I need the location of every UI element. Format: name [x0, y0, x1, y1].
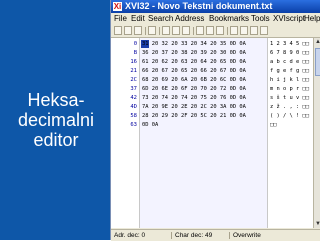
menu-search[interactable]: Search	[148, 13, 173, 25]
caption-line: decimalni	[17, 110, 95, 130]
script-icon[interactable]	[250, 26, 258, 35]
cut-icon[interactable]	[162, 26, 170, 35]
toolbar-separator	[227, 27, 228, 35]
window-title: XVI32 - Novo Tekstni dokument.txt	[125, 1, 273, 11]
row-offset: 4D	[130, 104, 137, 110]
status-separator	[229, 232, 230, 239]
row-text[interactable]: m n o p r □□	[270, 85, 309, 93]
menu-address[interactable]: Address	[175, 13, 204, 25]
menu-file[interactable]: File	[114, 13, 127, 25]
title-bar[interactable]: Xi XVI32 - Novo Tekstni dokument.txt	[111, 0, 320, 13]
row-text[interactable]: 1 2 3 4 5 □□	[270, 40, 309, 48]
row-hex[interactable]: 73 20 74 20 74 20 75 20 76 0D 0A	[142, 94, 246, 102]
row-hex[interactable]: 36 20 37 20 38 20 39 20 30 0D 0A	[142, 49, 246, 57]
caption-line: editor	[33, 130, 79, 150]
new-file-icon[interactable]	[114, 26, 122, 35]
row-offset: 58	[130, 113, 137, 119]
toolbar-separator	[145, 27, 146, 35]
menu-xviscript[interactable]: XVIscript	[273, 13, 305, 25]
status-char: Char dec: 49	[175, 232, 213, 239]
row-offset: 42	[130, 95, 137, 101]
caption-line: Heksa-	[27, 90, 85, 110]
row-offset: 16	[130, 59, 137, 65]
save-icon[interactable]	[134, 26, 142, 35]
toolbar-separator	[193, 27, 194, 35]
scroll-up-arrow-icon[interactable]: ▲	[314, 38, 320, 46]
xvi32-window: Xi XVI32 - Novo Tekstni dokument.txt Fil…	[110, 0, 320, 241]
status-address: Adr. dec: 0	[114, 232, 146, 239]
status-bar: Adr. dec: 0 Char dec: 49 Overwrite	[111, 229, 320, 241]
menu-tools[interactable]: Tools	[251, 13, 270, 25]
vertical-scrollbar[interactable]: ▲ ▼	[313, 38, 320, 228]
toolbar-separator	[159, 27, 160, 35]
row-text[interactable]: 6 7 8 9 0 □□	[270, 49, 309, 57]
scroll-down-arrow-icon[interactable]: ▼	[314, 220, 320, 228]
print-icon[interactable]	[148, 26, 156, 35]
menu-bookmarks[interactable]: Bookmarks	[209, 13, 249, 25]
row-text[interactable]: f g e f g □□	[270, 67, 309, 75]
copy-icon[interactable]	[172, 26, 180, 35]
row-offset: 0	[133, 41, 137, 47]
help-icon[interactable]	[260, 26, 268, 35]
row-text[interactable]: s š t u v □□	[270, 94, 309, 102]
scroll-thumb[interactable]	[315, 48, 320, 76]
row-hex[interactable]: 61 20 62 20 63 20 64 20 65 0D 0A	[142, 58, 246, 66]
find-icon[interactable]	[206, 26, 214, 35]
row-hex[interactable]: 7A 20 9E 20 2E 20 2C 20 3A 0D 0A	[142, 103, 246, 111]
paste-icon[interactable]	[182, 26, 190, 35]
row-offset: 21	[130, 68, 137, 74]
status-mode: Overwrite	[233, 232, 261, 239]
row-text[interactable]: □□	[270, 121, 277, 129]
bookmark-icon[interactable]	[230, 26, 238, 35]
open-folder-icon[interactable]	[124, 26, 132, 35]
row-hex[interactable]: 31 20 32 20 33 20 34 20 35 0D 0A	[142, 40, 246, 48]
hex-editor[interactable]: 0 31 20 32 20 33 20 34 20 35 0D 0A 1 2 3…	[111, 38, 320, 228]
menu-bar: File Edit Search Address Bookmarks Tools…	[111, 13, 320, 25]
toolbar	[111, 25, 320, 38]
slide-caption: Heksa- decimalni editor	[6, 90, 106, 150]
row-offset: 2C	[130, 77, 137, 83]
row-hex[interactable]: 66 20 67 20 65 20 66 20 67 0D 0A	[142, 67, 246, 75]
row-text[interactable]: h i j k l □□	[270, 76, 309, 84]
row-text[interactable]: z ž . , : □□	[270, 103, 309, 111]
row-hex[interactable]: 68 20 69 20 6A 20 6B 20 6C 0D 0A	[142, 76, 246, 84]
row-offset: 63	[130, 122, 137, 128]
menu-help[interactable]: Help	[304, 13, 320, 25]
app-icon: Xi	[113, 2, 122, 11]
menu-edit[interactable]: Edit	[131, 13, 145, 25]
status-separator	[171, 232, 172, 239]
row-offset: B	[133, 50, 137, 56]
row-hex[interactable]: 0D 0A	[142, 121, 158, 129]
goto-icon[interactable]	[240, 26, 248, 35]
row-offset: 37	[130, 86, 137, 92]
row-hex[interactable]: 28 20 29 20 2F 20 5C 20 21 0D 0A	[142, 112, 246, 120]
undo-icon[interactable]	[196, 26, 204, 35]
row-hex[interactable]: 6D 20 6E 20 6F 20 70 20 72 0D 0A	[142, 85, 246, 93]
row-text[interactable]: ( ) / \ ! □□	[270, 112, 309, 120]
row-text[interactable]: a b c d e □□	[270, 58, 309, 66]
find-next-icon[interactable]	[216, 26, 224, 35]
